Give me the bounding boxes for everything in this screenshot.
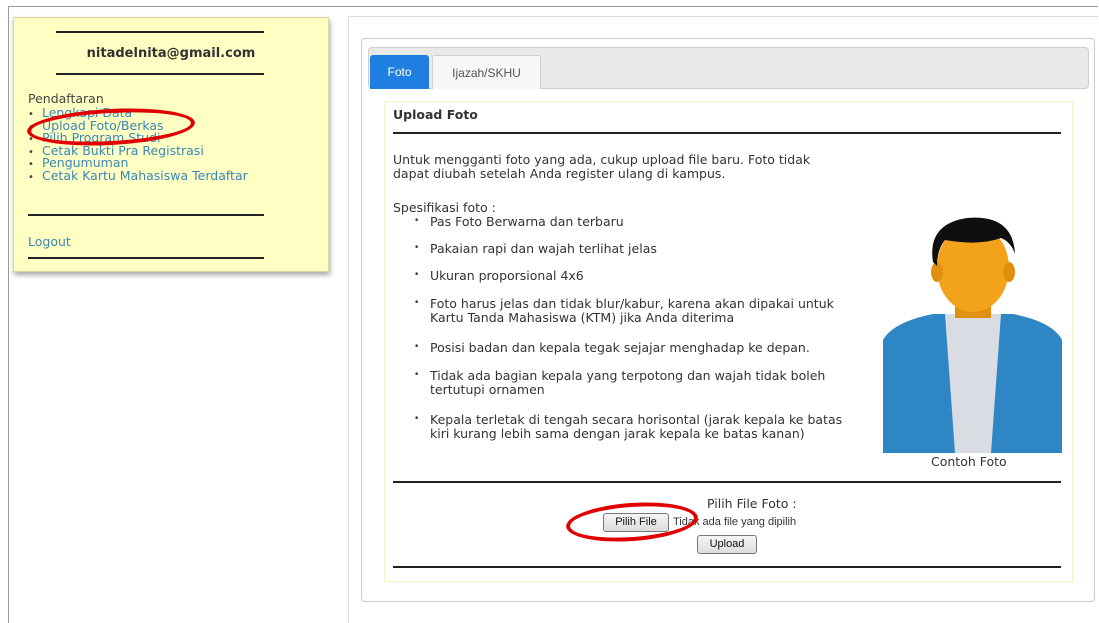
bullet-icon: • [414,298,420,308]
bullet-icon: • [414,243,420,253]
spec-item: tertutupi ornamen [430,382,545,397]
intro-text: dapat diubah setelah Anda register ulang… [393,166,726,181]
sidebar-item-label: Cetak Kartu Mahasiswa Terdaftar [42,167,248,183]
spec-item: Pas Foto Berwarna dan terbaru [430,214,624,229]
sample-photo-image [883,210,1062,453]
bullet-icon: • [414,270,420,280]
bullet-icon: • [28,171,34,183]
spec-item: Posisi badan dan kepala tegak sejajar me… [430,340,810,355]
photo-caption: Contoh Foto [931,454,1007,469]
divider [393,481,1061,483]
sidebar: nitadelnita@gmail.com Pendaftaran • Lengk… [13,17,329,272]
spec-item: kiri kurang lebih sama dengan jarak kepa… [430,426,805,441]
spec-item: Ukuran proporsional 4x6 [430,268,584,283]
divider [56,73,264,75]
divider [28,257,264,259]
bullet-icon: • [414,216,420,226]
bullet-icon: • [414,342,420,352]
divider [393,132,1061,134]
spec-item: Kartu Tanda Mahasiswa (KTM) jika Anda di… [430,310,735,325]
spec-title: Spesifikasi foto : [393,200,496,215]
bullet-icon: • [414,370,420,380]
logout-link[interactable]: Logout [28,234,71,249]
spec-item: Foto harus jelas dan tidak blur/kabur, k… [430,296,834,311]
file-label: Pilih File Foto : [707,496,797,511]
divider [56,31,264,33]
sidebar-item-cetak-kartu[interactable]: • Cetak Kartu Mahasiswa Terdaftar [28,167,248,183]
section-title: Pendaftaran [28,91,104,106]
tab-foto[interactable]: Foto [370,55,429,89]
spec-item: Kepala terletak di tengah secara horison… [430,412,843,427]
section-heading: Upload Foto [393,107,478,122]
tab-ijazah-skhu[interactable]: Ijazah/SKHU [432,55,541,89]
upload-button[interactable]: Upload [697,535,757,554]
divider [28,214,264,216]
user-email: nitadelnita@gmail.com [86,46,256,61]
spec-item: Pakaian rapi dan wajah terlihat jelas [430,241,657,256]
spec-item: Tidak ada bagian kepala yang terpotong d… [430,368,826,383]
intro-text: Untuk mengganti foto yang ada, cukup upl… [393,152,811,167]
divider [393,566,1061,568]
bullet-icon: • [414,414,420,424]
